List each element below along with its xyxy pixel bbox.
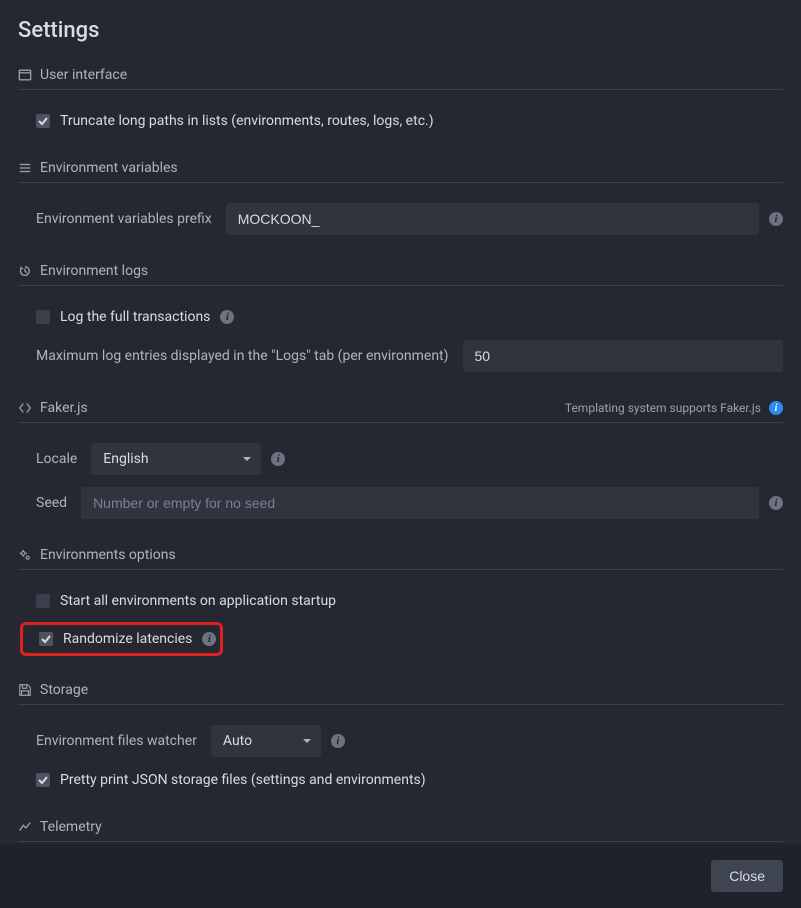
env-prefix-input[interactable]: [226, 203, 759, 235]
section-title-env-logs: Environment logs: [40, 263, 148, 279]
section-title-telemetry: Telemetry: [40, 819, 102, 835]
close-button[interactable]: Close: [711, 860, 783, 892]
randomize-latencies-checkbox[interactable]: [39, 632, 53, 646]
section-faker: Faker.js Templating system supports Fake…: [18, 400, 783, 525]
max-log-input[interactable]: [463, 340, 783, 372]
page-title: Settings: [18, 18, 783, 43]
list-icon: [18, 161, 32, 175]
window-icon: [18, 68, 32, 82]
section-header-env-options: Environments options: [18, 547, 783, 570]
footer: Close: [0, 844, 801, 908]
row-env-prefix: Environment variables prefix i: [18, 197, 783, 241]
section-env-logs: Environment logs Log the full transactio…: [18, 263, 783, 378]
row-locale: Locale English i: [18, 437, 783, 481]
locale-select[interactable]: English: [91, 443, 261, 475]
section-header-faker: Faker.js Templating system supports Fake…: [18, 400, 783, 423]
randomize-latencies-label: Randomize latencies: [63, 631, 192, 647]
seed-label: Seed: [36, 495, 67, 511]
seed-input[interactable]: [81, 487, 759, 519]
truncate-paths-checkbox[interactable]: [36, 114, 50, 128]
section-title-faker: Faker.js: [40, 400, 88, 416]
info-icon[interactable]: i: [769, 401, 783, 415]
row-truncate-paths: Truncate long paths in lists (environmen…: [18, 104, 783, 138]
chevron-down-icon: [303, 739, 311, 743]
section-header-ui: User interface: [18, 67, 783, 90]
row-max-log: Maximum log entries displayed in the "Lo…: [18, 334, 783, 378]
section-header-env-logs: Environment logs: [18, 263, 783, 286]
section-header-telemetry: Telemetry: [18, 819, 783, 842]
truncate-paths-label: Truncate long paths in lists (environmen…: [60, 113, 434, 129]
section-header-env-vars: Environment variables: [18, 160, 783, 183]
row-start-all: Start all environments on application st…: [18, 584, 783, 618]
row-watcher: Environment files watcher Auto i: [18, 719, 783, 763]
randomize-latencies-highlight: Randomize latencies i: [20, 622, 223, 656]
info-icon[interactable]: i: [202, 632, 216, 646]
pretty-print-label: Pretty print JSON storage files (setting…: [60, 772, 426, 788]
locale-label: Locale: [36, 451, 77, 467]
history-icon: [18, 264, 32, 278]
chart-line-icon: [18, 820, 32, 834]
section-title-env-options: Environments options: [40, 547, 176, 563]
log-full-label: Log the full transactions: [60, 309, 210, 325]
start-all-label: Start all environments on application st…: [60, 593, 336, 609]
section-title-storage: Storage: [40, 682, 88, 698]
section-env-options: Environments options Start all environme…: [18, 547, 783, 660]
section-storage: Storage Environment files watcher Auto i…: [18, 682, 783, 797]
faker-right-text: Templating system supports Faker.js i: [565, 401, 783, 415]
info-icon[interactable]: i: [220, 310, 234, 324]
code-icon: [18, 401, 32, 415]
info-icon[interactable]: i: [331, 734, 345, 748]
gears-icon: [18, 548, 32, 562]
watcher-label: Environment files watcher: [36, 733, 197, 749]
pretty-print-checkbox[interactable]: [36, 773, 50, 787]
section-header-storage: Storage: [18, 682, 783, 705]
log-full-checkbox[interactable]: [36, 310, 50, 324]
section-env-vars: Environment variables Environment variab…: [18, 160, 783, 241]
start-all-checkbox[interactable]: [36, 594, 50, 608]
section-title-ui: User interface: [40, 67, 127, 83]
save-icon: [18, 683, 32, 697]
info-icon[interactable]: i: [769, 496, 783, 510]
settings-panel: Settings User interface Truncate long pa…: [0, 0, 801, 890]
row-pretty-print: Pretty print JSON storage files (setting…: [18, 763, 783, 797]
row-seed: Seed i: [18, 481, 783, 525]
section-user-interface: User interface Truncate long paths in li…: [18, 67, 783, 138]
max-log-label: Maximum log entries displayed in the "Lo…: [36, 348, 449, 364]
watcher-select[interactable]: Auto: [211, 725, 321, 757]
info-icon[interactable]: i: [271, 452, 285, 466]
section-title-env-vars: Environment variables: [40, 160, 178, 176]
row-log-full: Log the full transactions i: [18, 300, 783, 334]
info-icon[interactable]: i: [769, 212, 783, 226]
chevron-down-icon: [243, 457, 251, 461]
env-prefix-label: Environment variables prefix: [36, 211, 212, 227]
